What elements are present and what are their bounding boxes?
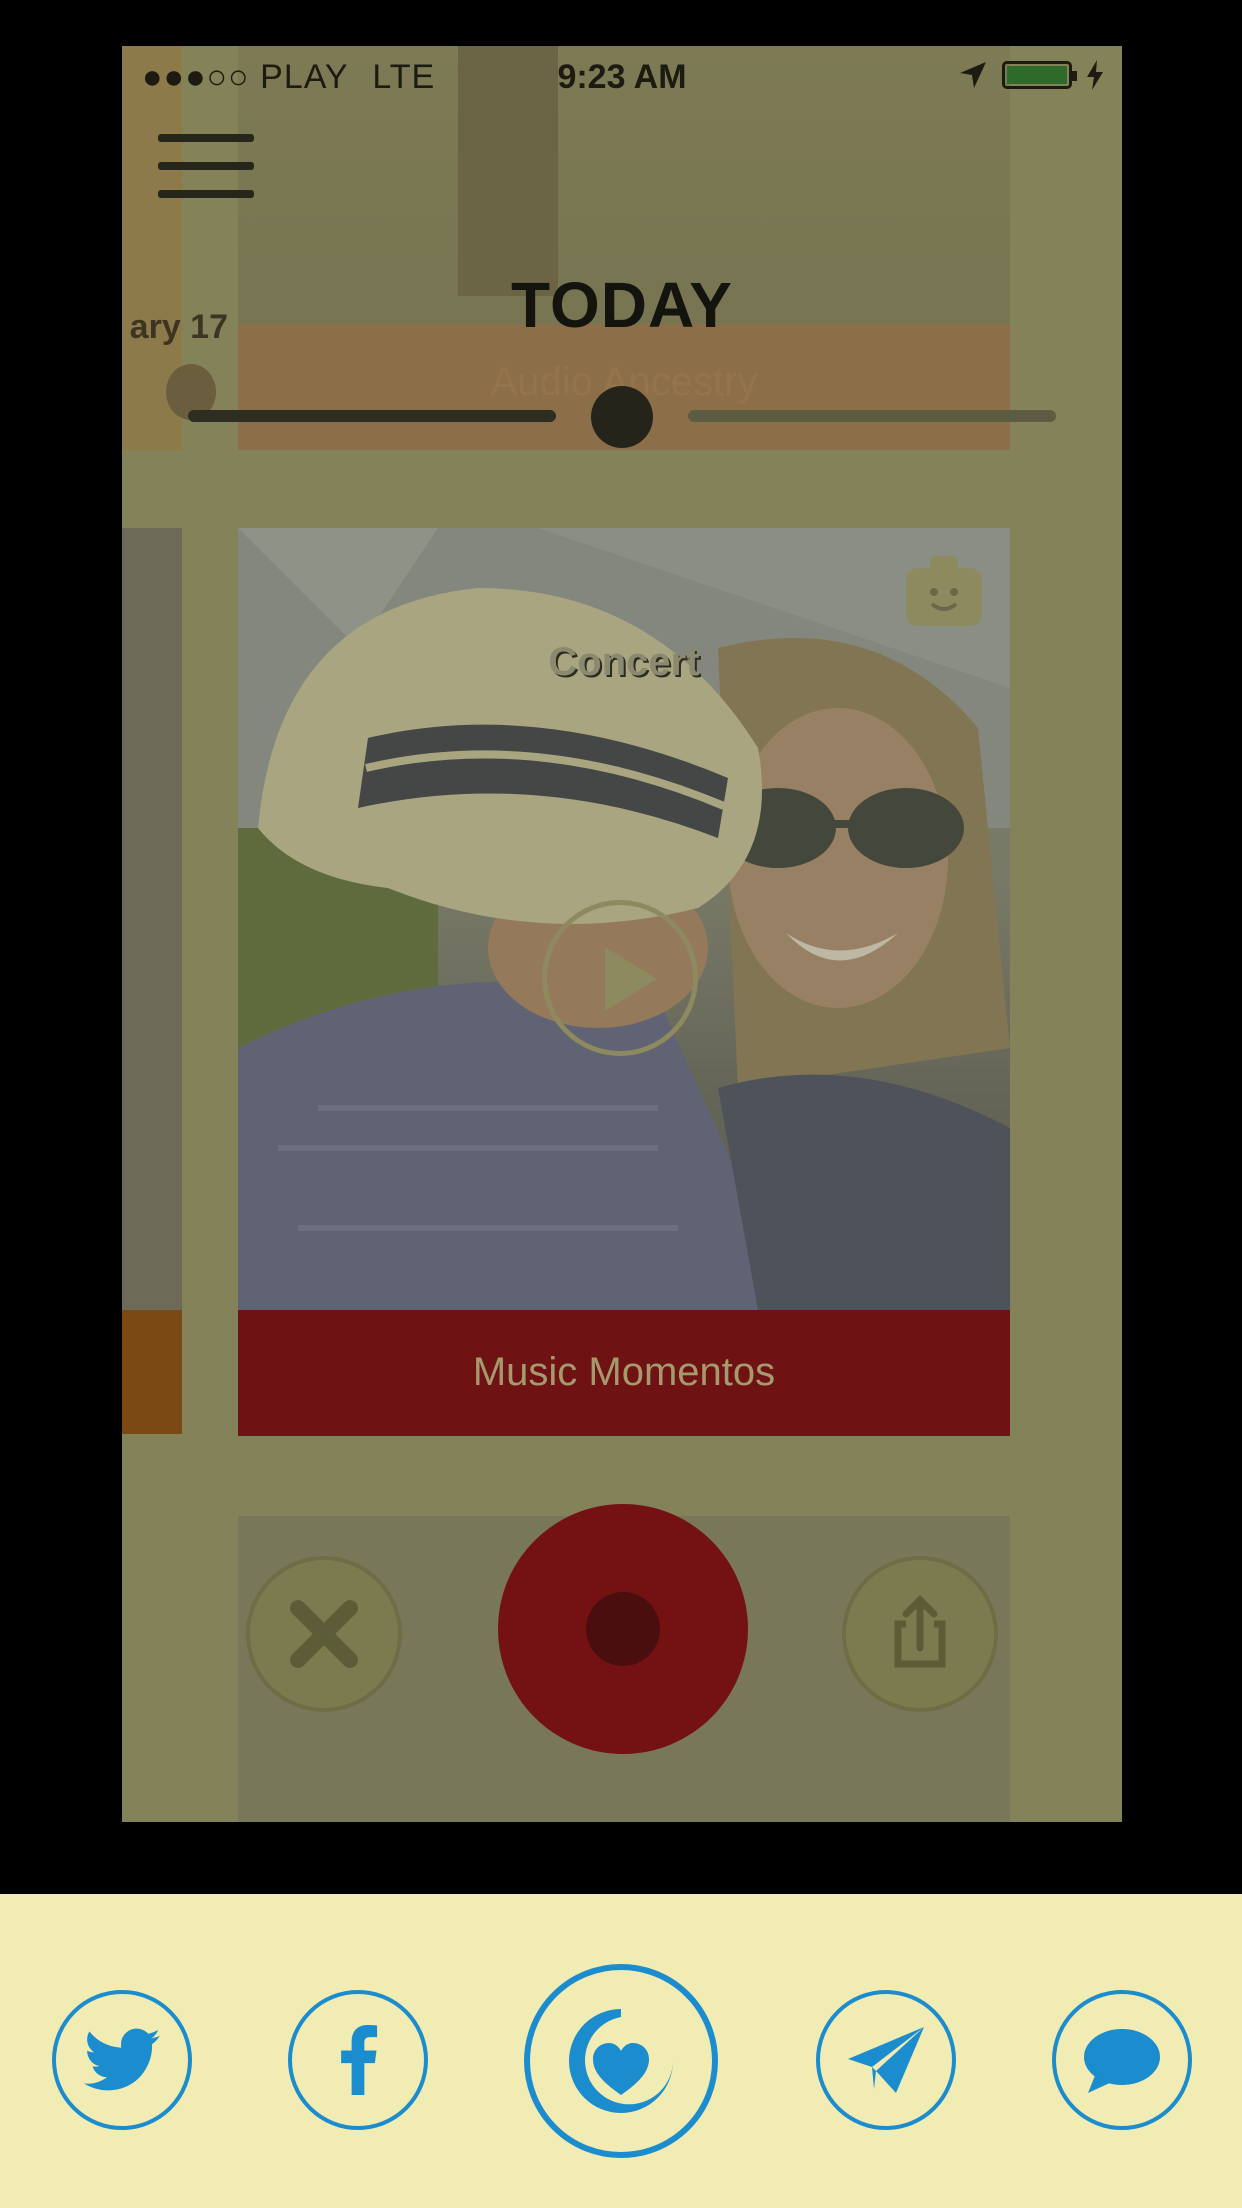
slider-track-left (188, 410, 556, 422)
share-icon (894, 1595, 946, 1668)
battery-icon (1002, 61, 1077, 89)
share-telegram-button[interactable] (816, 1990, 956, 2130)
share-app-button[interactable] (524, 1964, 718, 2158)
status-right (958, 60, 1104, 90)
slider-track-right (688, 410, 1056, 422)
share-sheet (0, 1894, 1242, 2208)
record-button[interactable] (498, 1504, 748, 1754)
memory-card-main[interactable]: Concert Music Momentos (238, 528, 1010, 1436)
memory-category-band[interactable]: Music Momentos (238, 1310, 1010, 1436)
heart-swirl-icon (569, 2009, 673, 2113)
app-screen: ary 17 Audio Ancestry ●●●○○ PLAY LTE 9:2… (122, 46, 1122, 1822)
previous-card-middle[interactable] (122, 528, 182, 1434)
share-facebook-button[interactable] (288, 1990, 428, 2130)
play-button[interactable] (542, 900, 698, 1056)
menu-line-icon (158, 162, 254, 170)
share-message-button[interactable] (1052, 1990, 1192, 2130)
menu-line-icon (158, 134, 254, 142)
paper-plane-icon (848, 2027, 924, 2093)
close-icon (290, 1600, 358, 1668)
menu-line-icon (158, 190, 254, 198)
charging-bolt-icon (1087, 60, 1103, 90)
timeline-slider[interactable] (188, 386, 1056, 448)
record-icon (586, 1592, 660, 1666)
share-twitter-button[interactable] (52, 1990, 192, 2130)
twitter-icon (84, 2028, 160, 2091)
chat-bubble-icon (1084, 2029, 1160, 2093)
memory-caption: Concert (548, 640, 700, 684)
share-button[interactable] (842, 1556, 998, 1712)
hamburger-menu-button[interactable] (158, 134, 254, 214)
status-bar: ●●●○○ PLAY LTE 9:23 AM (122, 46, 1122, 106)
facebook-icon (341, 2025, 378, 2095)
camera-icon (906, 556, 982, 626)
location-arrow-icon (960, 62, 986, 88)
previous-card-top[interactable]: ary 17 (122, 46, 228, 450)
cancel-button[interactable] (246, 1556, 402, 1712)
page-title: TODAY (511, 269, 733, 341)
slider-thumb[interactable] (591, 386, 653, 448)
previous-card-middle-band (122, 1310, 182, 1434)
memory-category-label: Music Momentos (472, 1350, 776, 1394)
